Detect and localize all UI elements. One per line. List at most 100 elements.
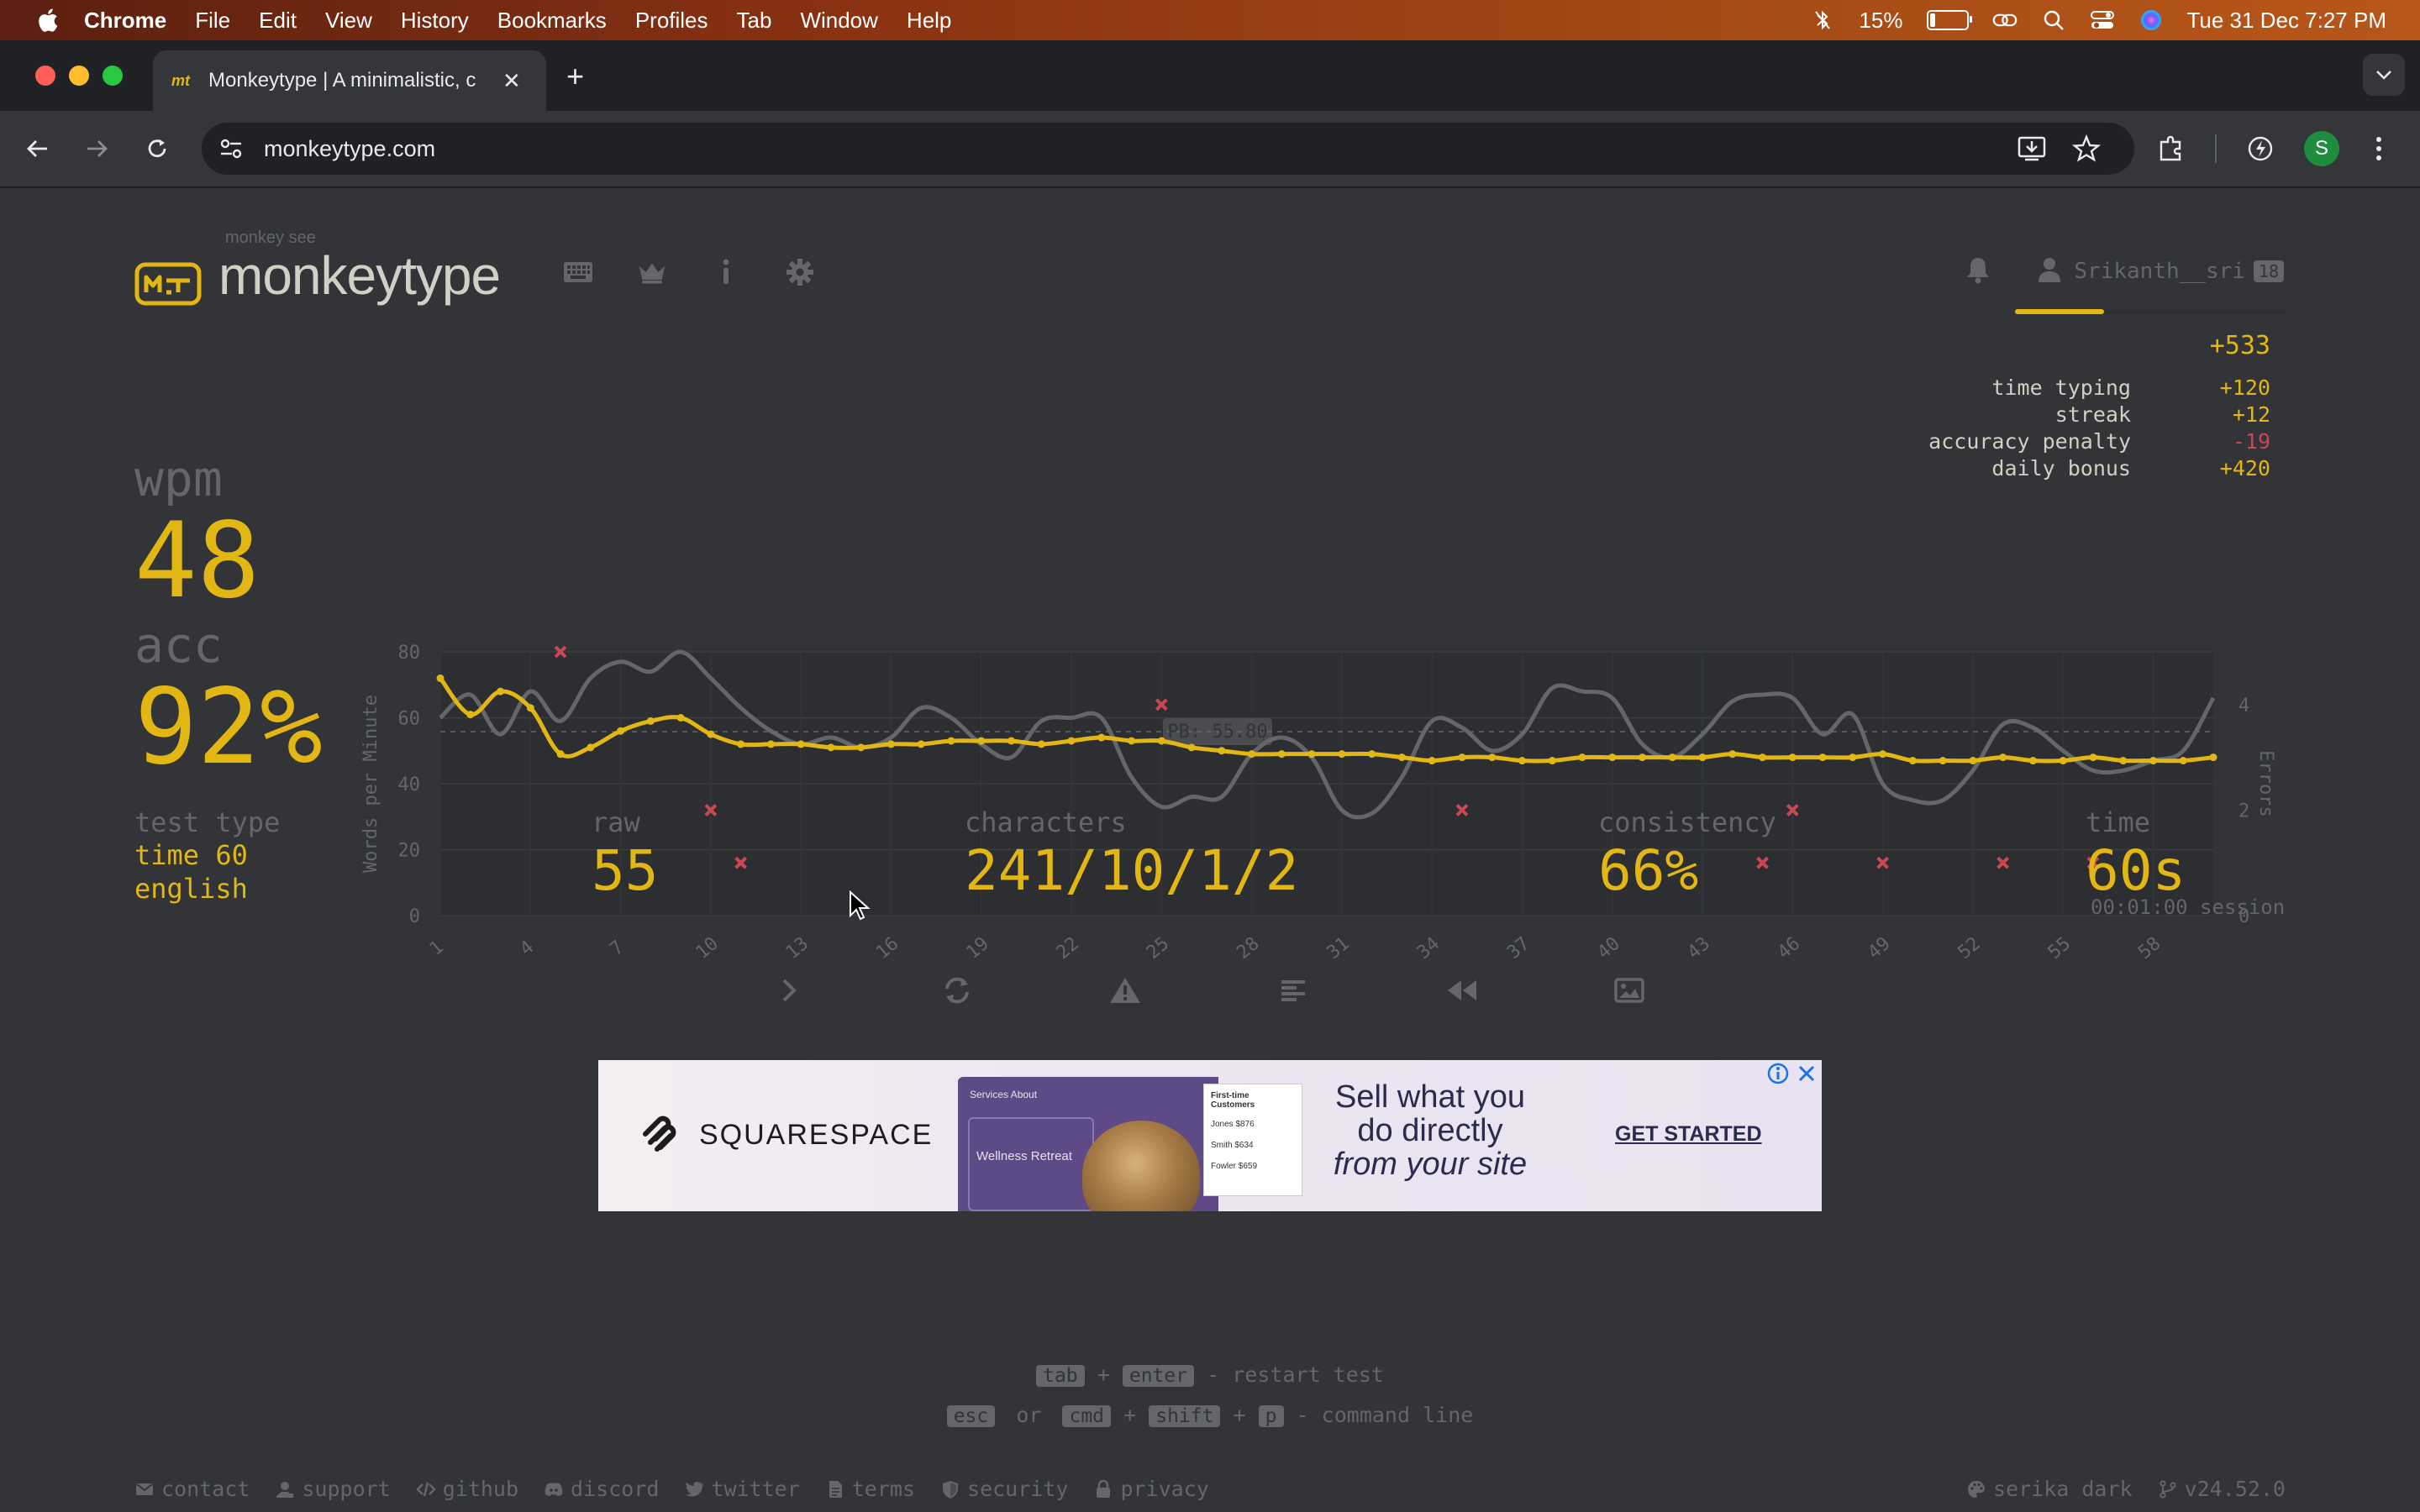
- footer-terms-link[interactable]: terms: [825, 1477, 915, 1501]
- performance-icon: [2248, 136, 2273, 161]
- chart-wpm-point: [1157, 737, 1165, 745]
- user-icon[interactable]: [2037, 256, 2062, 286]
- address-bar[interactable]: monkeytype.com: [202, 123, 2134, 175]
- chrome-menu-button[interactable]: [2375, 123, 2383, 175]
- xp-row-value: +12: [2232, 402, 2270, 427]
- footer-theme-button[interactable]: serika dark: [1966, 1477, 2133, 1501]
- result-chart[interactable]: 0 20 40 60 80 1 4 7 10 13 16 19 22 25 28 31 34 37 40 43 46 49…: [353, 440, 2319, 986]
- restart-test-button[interactable]: [936, 969, 978, 1011]
- footer-contact-link[interactable]: contact: [134, 1477, 250, 1501]
- xp-row-label: time typing: [1991, 375, 2131, 400]
- stat-raw: raw 55: [592, 806, 658, 904]
- keyboard-icon[interactable]: [563, 257, 593, 287]
- chart-wpm-point: [1368, 750, 1376, 759]
- window-zoom-button[interactable]: [103, 66, 123, 86]
- tab-close-icon[interactable]: ✕: [502, 68, 521, 94]
- key-esc: esc: [946, 1405, 996, 1427]
- acc-value[interactable]: 92%: [134, 675, 323, 780]
- forward-button[interactable]: [79, 131, 114, 166]
- next-test-button[interactable]: [768, 969, 810, 1011]
- raw-value[interactable]: 55: [592, 838, 658, 904]
- menu-edit[interactable]: Edit: [259, 8, 297, 34]
- tab-search-button[interactable]: [2363, 54, 2405, 96]
- chart-x-tick-label: 19: [962, 933, 992, 963]
- footer-discord-link[interactable]: discord: [544, 1477, 659, 1501]
- footer-github-link[interactable]: github: [415, 1477, 518, 1501]
- chart-wpm-point: [1639, 753, 1647, 762]
- donate-icon: [276, 1481, 294, 1498]
- shield-icon: [943, 1480, 959, 1499]
- footer-support-link[interactable]: support: [275, 1477, 391, 1501]
- chart-wpm-point: [526, 704, 534, 712]
- chart-wpm-point: [1037, 740, 1045, 748]
- chart-x-tick-label: 37: [1503, 933, 1534, 963]
- url-text[interactable]: monkeytype.com: [264, 136, 435, 162]
- menu-tab[interactable]: Tab: [737, 8, 772, 34]
- adchoices-icon[interactable]: [1766, 1062, 1790, 1085]
- battery-icon[interactable]: [1926, 10, 1972, 30]
- menu-help[interactable]: Help: [907, 8, 951, 34]
- control-center-icon[interactable]: [2090, 8, 2115, 32]
- chart-wpm-point: [1218, 747, 1226, 755]
- chart-wpm-point: [2089, 753, 2097, 762]
- monkeytype-logo-icon: [134, 262, 202, 306]
- monkeytype-favicon: mt: [171, 71, 190, 89]
- ad-close-icon[interactable]: [1795, 1062, 1818, 1085]
- star-icon: [2072, 134, 2101, 162]
- link-icon[interactable]: [1992, 8, 2018, 32]
- browser-tab-active[interactable]: mt Monkeytype | A minimalistic, c ✕: [153, 50, 546, 111]
- gear-icon[interactable]: [785, 257, 815, 287]
- menu-bookmarks[interactable]: Bookmarks: [497, 8, 607, 34]
- install-app-button[interactable]: [2017, 123, 2047, 175]
- datetime[interactable]: Tue 31 Dec 7:27 PM: [2187, 8, 2387, 34]
- footer-privacy-link[interactable]: privacy: [1093, 1477, 1209, 1501]
- spotlight-search-icon[interactable]: [2041, 8, 2066, 32]
- save-screenshot-button[interactable]: [1608, 969, 1650, 1011]
- extensions-button[interactable]: [2156, 123, 2186, 175]
- window-close-button[interactable]: [35, 66, 55, 86]
- footer-security-link[interactable]: security: [940, 1477, 1068, 1501]
- watch-replay-button[interactable]: [1440, 969, 1482, 1011]
- characters-value[interactable]: 241/10/1/2: [965, 838, 1298, 904]
- time-value[interactable]: 60s: [2086, 838, 2186, 904]
- menu-app-name[interactable]: Chrome: [84, 8, 166, 34]
- raw-label: raw: [592, 806, 640, 838]
- profile-button[interactable]: S: [2304, 123, 2339, 175]
- new-tab-button[interactable]: +: [566, 59, 584, 94]
- bookmark-button[interactable]: [2072, 123, 2101, 175]
- chart-y2-tick-label: 4: [2238, 696, 2249, 717]
- menu-history[interactable]: History: [401, 8, 469, 34]
- chart-wpm-point: [436, 674, 445, 682]
- site-settings-icon[interactable]: [218, 136, 244, 161]
- advertisement-banner[interactable]: SQUARESPACE Services About Wellness Retr…: [598, 1060, 1822, 1211]
- hint-or: or: [1016, 1403, 1042, 1427]
- wpm-value[interactable]: 48: [134, 509, 260, 613]
- chart-x-tick-label: 7: [606, 937, 628, 960]
- account-username[interactable]: Srikanth__sri: [2074, 259, 2245, 284]
- chart-wpm-point: [827, 743, 835, 752]
- reload-button[interactable]: [139, 131, 175, 166]
- performance-button[interactable]: [2245, 123, 2275, 175]
- window-minimize-button[interactable]: [69, 66, 89, 86]
- menu-window[interactable]: Window: [800, 8, 877, 34]
- menu-profiles[interactable]: Profiles: [635, 8, 708, 34]
- bell-icon[interactable]: [1965, 255, 1991, 287]
- code-branch-icon: [2159, 1479, 2176, 1499]
- bluetooth-off-icon[interactable]: [1810, 8, 1835, 32]
- apple-icon[interactable]: [35, 7, 59, 34]
- footer-version-button[interactable]: v24.52.0: [2158, 1477, 2286, 1501]
- footer-twitter-link[interactable]: twitter: [684, 1477, 800, 1501]
- words-history-button[interactable]: [1272, 969, 1314, 1011]
- chevron-down-icon: [2376, 71, 2391, 80]
- menu-view[interactable]: View: [325, 8, 372, 34]
- siri-icon[interactable]: [2139, 8, 2164, 32]
- back-button[interactable]: [20, 131, 55, 166]
- menu-file[interactable]: File: [195, 8, 230, 34]
- report-issue-button[interactable]: [1104, 969, 1146, 1011]
- logo[interactable]: monkey see monkeytype: [134, 228, 501, 306]
- ad-cta-link[interactable]: GET STARTED: [1615, 1122, 1762, 1147]
- consistency-value[interactable]: 66%: [1598, 838, 1776, 904]
- chart-wpm-point: [1307, 750, 1316, 759]
- crown-icon[interactable]: [637, 257, 667, 287]
- info-icon[interactable]: [711, 257, 741, 287]
